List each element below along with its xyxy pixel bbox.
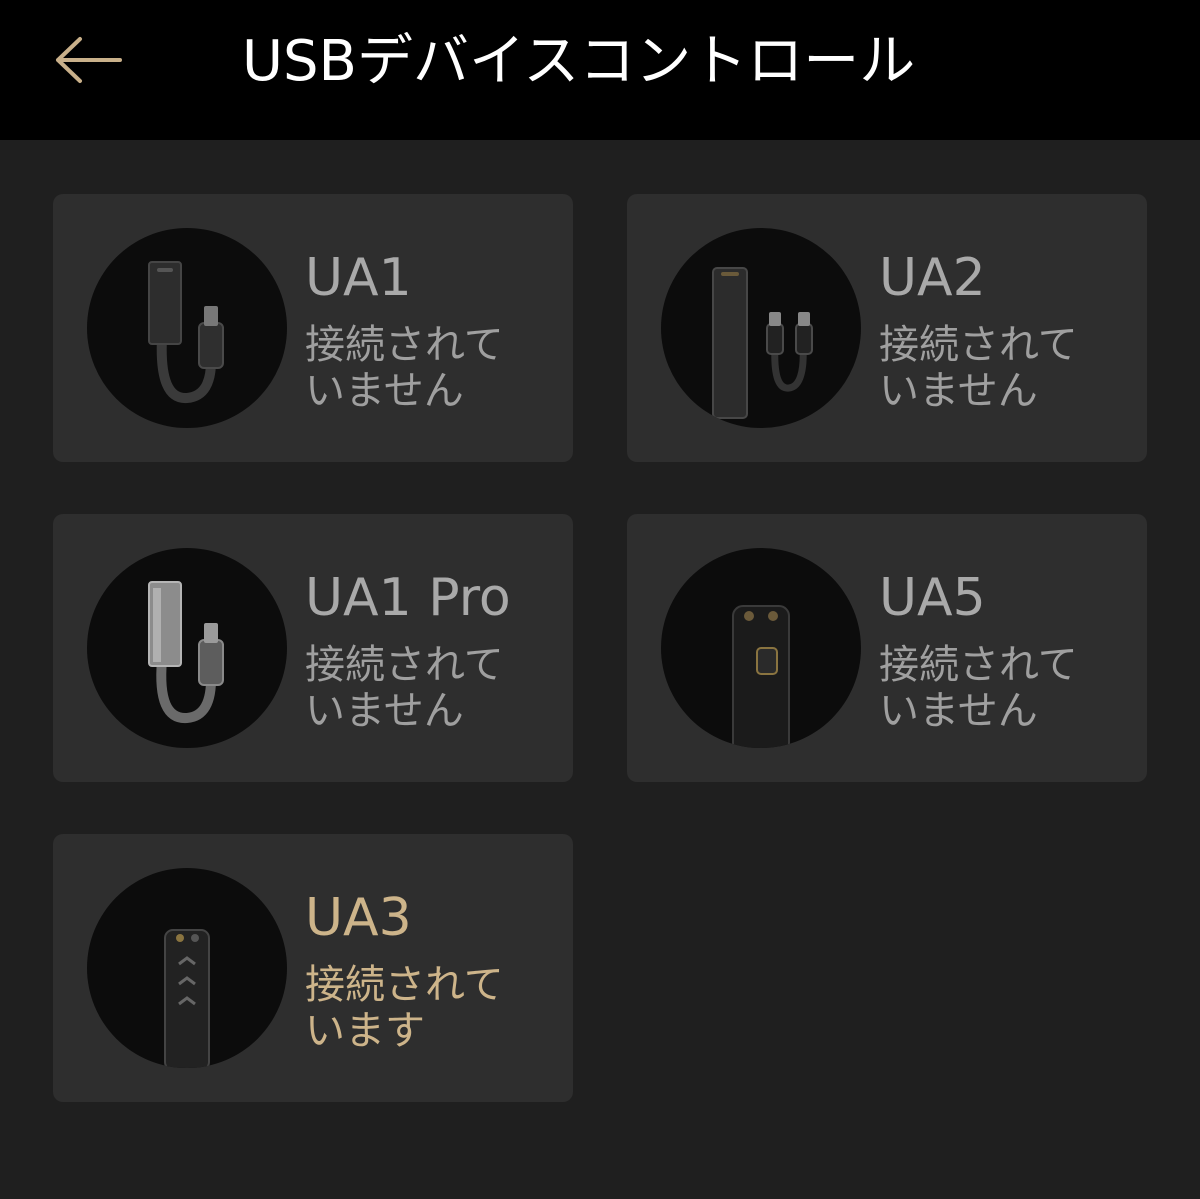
ua5-device-icon xyxy=(661,548,861,748)
device-name: UA1 Pro xyxy=(305,568,511,628)
device-status: 接続されていません xyxy=(879,642,1078,734)
device-name: UA2 xyxy=(879,248,986,308)
device-status: 接続されていません xyxy=(305,642,504,734)
app-header: USBデバイスコントロール xyxy=(0,0,1200,140)
device-card-ua5[interactable]: UA5 接続されていません xyxy=(627,514,1147,782)
ua3-device-icon xyxy=(87,868,287,1068)
device-name: UA3 xyxy=(305,888,412,948)
device-status: 接続されていません xyxy=(305,322,504,414)
ua1-device-icon xyxy=(87,228,287,428)
device-card-ua1-pro[interactable]: UA1 Pro 接続されていません xyxy=(53,514,573,782)
ua2-device-icon xyxy=(661,228,861,428)
device-card-ua2[interactable]: UA2 接続されていません xyxy=(627,194,1147,462)
ua1-pro-device-icon xyxy=(87,548,287,748)
back-button[interactable] xyxy=(40,20,136,100)
arrow-left-icon xyxy=(56,37,122,83)
device-card-ua1[interactable]: UA1 接続されていません xyxy=(53,194,573,462)
device-status: 接続されています xyxy=(305,962,504,1054)
device-name: UA5 xyxy=(879,568,986,628)
device-card-ua3[interactable]: UA3 接続されています xyxy=(53,834,573,1102)
device-name: UA1 xyxy=(305,248,412,308)
device-status: 接続されていません xyxy=(879,322,1078,414)
page-title: USBデバイスコントロール xyxy=(242,29,916,94)
